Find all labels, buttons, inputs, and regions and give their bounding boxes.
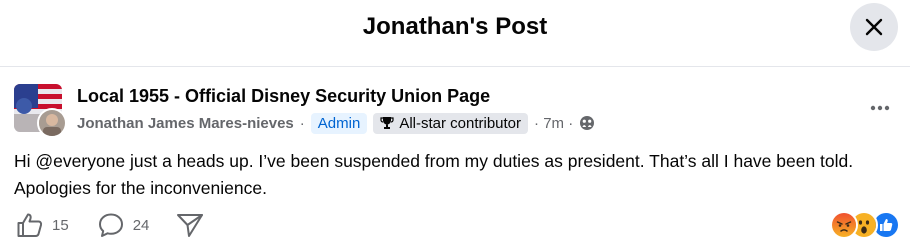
like-button[interactable]: 15 [16, 212, 69, 238]
close-icon [865, 18, 883, 36]
author-name-link[interactable]: Jonathan James Mares-nieves [77, 115, 294, 132]
share-button[interactable] [175, 212, 205, 238]
trophy-icon [380, 117, 394, 129]
reaction-summary[interactable] [830, 211, 906, 241]
more-icon [870, 105, 890, 111]
like-count[interactable]: 15 [52, 217, 69, 234]
group-audience-icon [579, 115, 595, 131]
meta-separator: · [299, 114, 305, 132]
thumbs-up-icon [17, 213, 43, 237]
post-meta: Jonathan James Mares-nieves · Admin All-… [77, 110, 595, 136]
comment-button[interactable]: 24 [97, 212, 150, 238]
angry-reaction-icon [830, 211, 858, 239]
dialog-title: Jonathan's Post [362, 13, 548, 40]
post-body-text: Hi @everyone just a heads up. I’ve been … [14, 151, 854, 198]
author-avatar[interactable] [37, 108, 67, 138]
close-button[interactable] [850, 3, 898, 51]
dialog-header: Jonathan's Post [0, 0, 910, 67]
post-actions: 15 24 [16, 210, 205, 240]
allstar-badge[interactable]: All-star contributor [373, 112, 529, 134]
comment-count[interactable]: 24 [133, 217, 150, 234]
share-icon [177, 214, 204, 237]
comment-icon [98, 213, 123, 237]
group-name-link[interactable]: Local 1955 - Official Disney Security Un… [77, 86, 490, 107]
more-options-button[interactable] [862, 96, 898, 120]
post-timestamp[interactable]: · 7m · [534, 115, 573, 132]
admin-badge[interactable]: Admin [310, 112, 368, 134]
allstar-badge-label: All-star contributor [399, 114, 522, 132]
